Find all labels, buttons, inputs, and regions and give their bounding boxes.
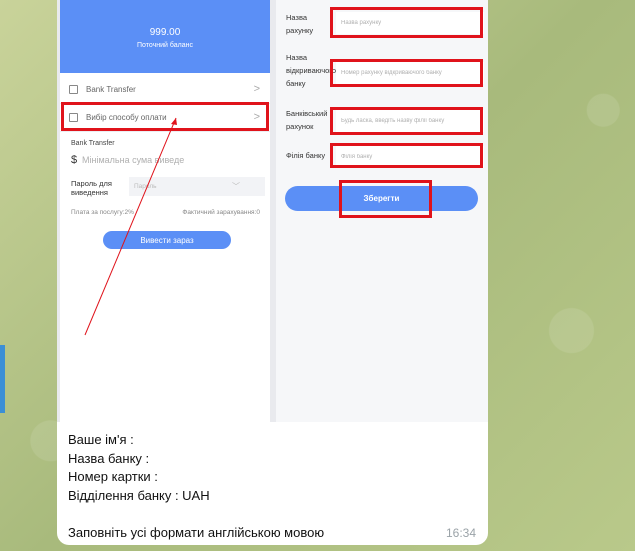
chevron-right-icon: > xyxy=(253,111,260,123)
menu-item-payment-method[interactable]: Вибір способу оплати > xyxy=(60,105,270,132)
save-button[interactable]: Зберегти xyxy=(285,186,478,211)
currency-symbol: $ xyxy=(71,154,78,166)
attached-screenshot[interactable]: 999.00 Поточний баланс Bank Transfer > В… xyxy=(57,0,488,422)
bank-icon xyxy=(69,85,78,94)
bank-branch-input[interactable] xyxy=(336,146,484,168)
message-bubble[interactable]: 999.00 Поточний баланс Bank Transfer > В… xyxy=(57,0,488,545)
bank-form-panel: Назва рахунку Назва відкриваючого банку … xyxy=(276,0,488,422)
payment-icon xyxy=(69,113,78,122)
message-text: Ваше ім'я : Назва банку : Номер картки :… xyxy=(68,432,325,540)
password-input[interactable] xyxy=(129,177,265,196)
bank-account-input[interactable] xyxy=(336,110,484,132)
bank-account-label: Банківський рахунок xyxy=(286,109,328,131)
amount-input[interactable] xyxy=(82,153,252,167)
withdraw-panel: 999.00 Поточний баланс Bank Transfer > В… xyxy=(60,0,270,422)
balance-amount: 999.00 xyxy=(149,27,181,38)
opening-bank-input[interactable] xyxy=(336,62,484,84)
opening-bank-label: Назва відкриваючого банку xyxy=(286,53,337,88)
password-label: Пароль для виведення xyxy=(71,179,112,197)
actual-credit-text: Фактичний зарахування:0 xyxy=(182,209,260,216)
menu-item-bank-transfer[interactable]: Bank Transfer > xyxy=(60,77,270,104)
sidebar-edge xyxy=(0,345,5,413)
bank-branch-label: Філія банку xyxy=(286,151,326,160)
balance-card: 999.00 Поточний баланс xyxy=(60,0,270,73)
withdraw-method-label: Bank Transfer xyxy=(71,140,115,147)
service-fee-text: Плата за послугу:2% xyxy=(71,209,134,216)
eye-toggle-icon[interactable]: ﹀ xyxy=(232,181,240,192)
menu-item-label: Bank Transfer xyxy=(86,85,136,94)
account-name-input[interactable] xyxy=(336,12,484,34)
menu-item-label: Вибір способу оплати xyxy=(86,113,167,122)
withdraw-now-button[interactable]: Вивести зараз xyxy=(103,231,231,249)
message-time: 16:34 xyxy=(445,526,476,540)
balance-label: Поточний баланс xyxy=(137,42,193,49)
account-name-label: Назва рахунку xyxy=(286,13,314,35)
chevron-right-icon: > xyxy=(253,83,260,95)
